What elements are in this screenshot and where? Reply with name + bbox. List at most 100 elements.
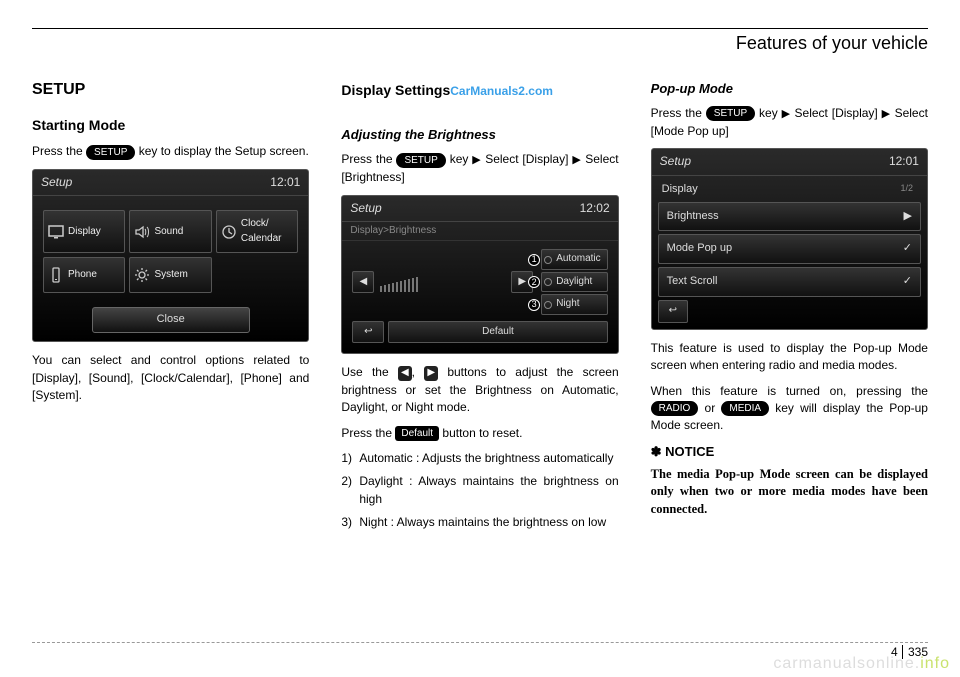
check-icon: ✓ — [903, 241, 912, 257]
menu-item-display: Display — [43, 210, 125, 253]
subheading-popup-mode: Pop-up Mode — [651, 80, 928, 99]
text: Automatic : Adjusts the brightness autom… — [359, 450, 618, 467]
decrease-button: ◀ — [352, 271, 374, 293]
sound-icon — [134, 224, 150, 240]
paragraph: This feature is used to display the Pop-… — [651, 340, 928, 375]
label: Automatic — [556, 252, 600, 267]
radio-key-label: RADIO — [651, 401, 699, 416]
gear-icon — [134, 267, 150, 283]
label: Sound — [154, 225, 183, 240]
screen-subheading: Display — [662, 182, 698, 198]
row-text-scroll: Text Scroll ✓ — [658, 267, 921, 297]
list-item: 3)Night : Always maintains the brightnes… — [341, 514, 618, 531]
brightness-ticks — [378, 272, 507, 292]
back-button: ↩ — [658, 300, 688, 323]
text: Select [Display] — [795, 106, 878, 120]
text: info — [920, 655, 950, 672]
label: Text Scroll — [667, 274, 718, 290]
num: 2) — [341, 473, 359, 508]
text: Night : Always maintains the brightness … — [359, 514, 618, 531]
screen-time: 12:01 — [270, 174, 300, 191]
text: , — [412, 365, 425, 379]
text: Use the — [341, 365, 398, 379]
page-indicator: 1/2 — [900, 182, 917, 198]
arrow-icon: ▶ — [882, 108, 891, 120]
column-3: Pop-up Mode Press the SETUP key ▶ Select… — [651, 78, 928, 538]
label: Brightness — [667, 209, 719, 225]
notice-heading: ✽ NOTICE — [651, 443, 928, 462]
arrow-icon: ▶ — [572, 154, 581, 166]
text: Select [Display] — [485, 152, 568, 166]
text: Press the — [32, 144, 86, 158]
menu-item-system: System — [129, 257, 211, 293]
paragraph: Press the SETUP key ▶ Select [Display] ▶… — [651, 105, 928, 140]
callout-3: 3 — [528, 299, 540, 311]
notice-body: The media Pop-up Mode screen can be disp… — [651, 466, 928, 519]
text: key — [759, 106, 778, 120]
setup-key-label: SETUP — [396, 153, 445, 168]
callout-1: 1 — [528, 254, 540, 266]
menu-item-phone: Phone — [43, 257, 125, 293]
text: Daylight : Always maintains the brightne… — [359, 473, 618, 508]
subheading-starting-mode: Starting Mode — [32, 115, 309, 135]
text: carmanualsonline. — [773, 655, 920, 672]
callout-2: 2 — [528, 276, 540, 288]
numbered-list: 1)Automatic : Adjusts the brightness aut… — [341, 450, 618, 532]
row-brightness: Brightness ▶ — [658, 202, 921, 232]
close-button: Close — [92, 307, 250, 333]
label: Clock/ Calendar — [241, 217, 282, 246]
paragraph: Press the SETUP key to display the Setup… — [32, 143, 309, 160]
text: When this feature is turned on, pressing… — [651, 384, 928, 398]
screen-time: 12:02 — [580, 200, 610, 217]
menu-item-clock-calendar: Clock/ Calendar — [216, 210, 298, 253]
screenshot-setup-menu: Setup 12:01 Display Sound Clock/ Calend — [32, 169, 309, 342]
label: Mode Pop up — [667, 241, 732, 257]
default-button: Default — [388, 321, 607, 344]
chevron-right-icon: ▶ — [904, 209, 912, 225]
label: Night — [556, 297, 579, 312]
text: Press the — [341, 152, 396, 166]
right-arrow-icon: ▶ — [424, 366, 438, 381]
label: Display — [68, 225, 101, 240]
section-heading-setup: SETUP — [32, 78, 309, 101]
subheading-display-settings: Display SettingsCarManuals2.com — [341, 80, 618, 100]
label: Phone — [68, 268, 97, 283]
label: Daylight — [556, 275, 592, 290]
screen-title: Setup — [350, 200, 381, 217]
media-key-label: MEDIA — [721, 401, 769, 416]
num: 3) — [341, 514, 359, 531]
back-button: ↩ — [352, 321, 384, 343]
row-mode-popup: Mode Pop up ✓ — [658, 234, 921, 264]
label: System — [154, 268, 187, 283]
list-item: 1)Automatic : Adjusts the brightness aut… — [341, 450, 618, 467]
watermark: CarManuals2.com — [450, 84, 553, 98]
column-1: SETUP Starting Mode Press the SETUP key … — [32, 78, 309, 538]
menu-item-sound: Sound — [129, 210, 211, 253]
list-item: 2)Daylight : Always maintains the bright… — [341, 473, 618, 508]
arrow-icon: ▶ — [782, 108, 791, 120]
clock-icon — [221, 224, 237, 240]
text: or — [705, 401, 722, 415]
screenshot-brightness: Setup 12:02 Display>Brightness ◀ ▶ — [341, 195, 618, 355]
text: Press the — [651, 106, 706, 120]
arrow-icon: ▶ — [472, 154, 481, 166]
display-icon — [48, 224, 64, 240]
paragraph: Use the ◀, ▶ buttons to adjust the scree… — [341, 364, 618, 416]
paragraph: When this feature is turned on, pressing… — [651, 383, 928, 435]
paragraph: You can select and control options relat… — [32, 352, 309, 404]
paragraph: Press the Default button to reset. — [341, 425, 618, 442]
option-night: 3 Night — [541, 294, 607, 315]
screenshot-display-list: Setup 12:01 Display 1/2 Brightness ▶ Mod… — [651, 148, 928, 330]
setup-key-label: SETUP — [706, 106, 755, 121]
watermark-bottom: carmanualsonline.info — [773, 655, 950, 673]
text: button to reset. — [442, 426, 522, 440]
default-key-label: Default — [395, 426, 439, 441]
option-daylight: 2 Daylight — [541, 272, 607, 293]
column-2: Display SettingsCarManuals2.com Adjustin… — [341, 78, 618, 538]
page-header: Features of your vehicle — [32, 33, 928, 54]
setup-key-label: SETUP — [86, 145, 135, 160]
screen-time: 12:01 — [889, 153, 919, 170]
subheading-adjusting-brightness: Adjusting the Brightness — [341, 126, 618, 145]
screen-title: Setup — [660, 153, 691, 170]
text: key — [450, 152, 469, 166]
